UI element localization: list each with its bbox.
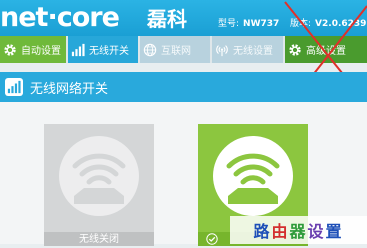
brand-logo: net·core bbox=[0, 2, 120, 33]
nav-advanced-settings[interactable]: 高级设置 bbox=[285, 36, 367, 63]
signal-bars-icon bbox=[5, 78, 23, 96]
brand-logo-cn: 磊科 bbox=[147, 7, 187, 31]
wifi-antenna-icon bbox=[216, 44, 228, 56]
nav-wireless-settings-label: 无线设置 bbox=[233, 46, 273, 57]
nav-auto-setup-label: 自动设置 bbox=[21, 46, 61, 57]
watermark-char: 设 bbox=[307, 222, 326, 241]
model-info: 型号: NW737 bbox=[218, 16, 279, 29]
model-value: NW737 bbox=[243, 19, 280, 29]
watermark-char: 置 bbox=[325, 222, 344, 241]
version-info: 版本: V2.0.6239 bbox=[290, 16, 366, 29]
watermark-char: 路 bbox=[253, 222, 272, 241]
check-icon bbox=[206, 233, 218, 245]
watermark-char: 由 bbox=[271, 222, 290, 241]
nav-wireless-settings[interactable]: 无线设置 bbox=[212, 36, 283, 63]
section-header: 无线网络开关 bbox=[0, 72, 367, 102]
nav-wireless-switch[interactable]: 无线开关 bbox=[68, 36, 138, 63]
nav-wireless-switch-label: 无线开关 bbox=[89, 46, 129, 57]
watermark-char: 器 bbox=[289, 222, 308, 241]
gear-icon bbox=[289, 43, 301, 56]
nav-advanced-settings-label: 高级设置 bbox=[306, 46, 346, 57]
model-label: 型号: bbox=[218, 19, 240, 29]
nav-internet-label: 互联网 bbox=[161, 46, 191, 57]
main-nav: 自动设置 无线开关 互联网 无线设置 高级设置 bbox=[0, 36, 367, 63]
wireless-off-option[interactable]: 无线关闭 bbox=[44, 124, 154, 246]
watermark: 路 由 器 设 置 bbox=[230, 216, 367, 244]
signal-bars-icon bbox=[71, 43, 85, 56]
version-label: 版本: bbox=[290, 19, 312, 29]
gear-icon bbox=[4, 43, 16, 56]
section-title: 无线网络开关 bbox=[30, 81, 109, 97]
wifi-router-icon bbox=[59, 136, 139, 216]
nav-internet[interactable]: 互联网 bbox=[140, 36, 210, 63]
globe-icon bbox=[143, 43, 157, 56]
header-bar: net·core 磊科 型号: NW737 版本: V2.0.6239 bbox=[0, 0, 367, 36]
nav-auto-setup[interactable]: 自动设置 bbox=[0, 36, 66, 63]
version-value: V2.0.6239 bbox=[315, 19, 367, 29]
